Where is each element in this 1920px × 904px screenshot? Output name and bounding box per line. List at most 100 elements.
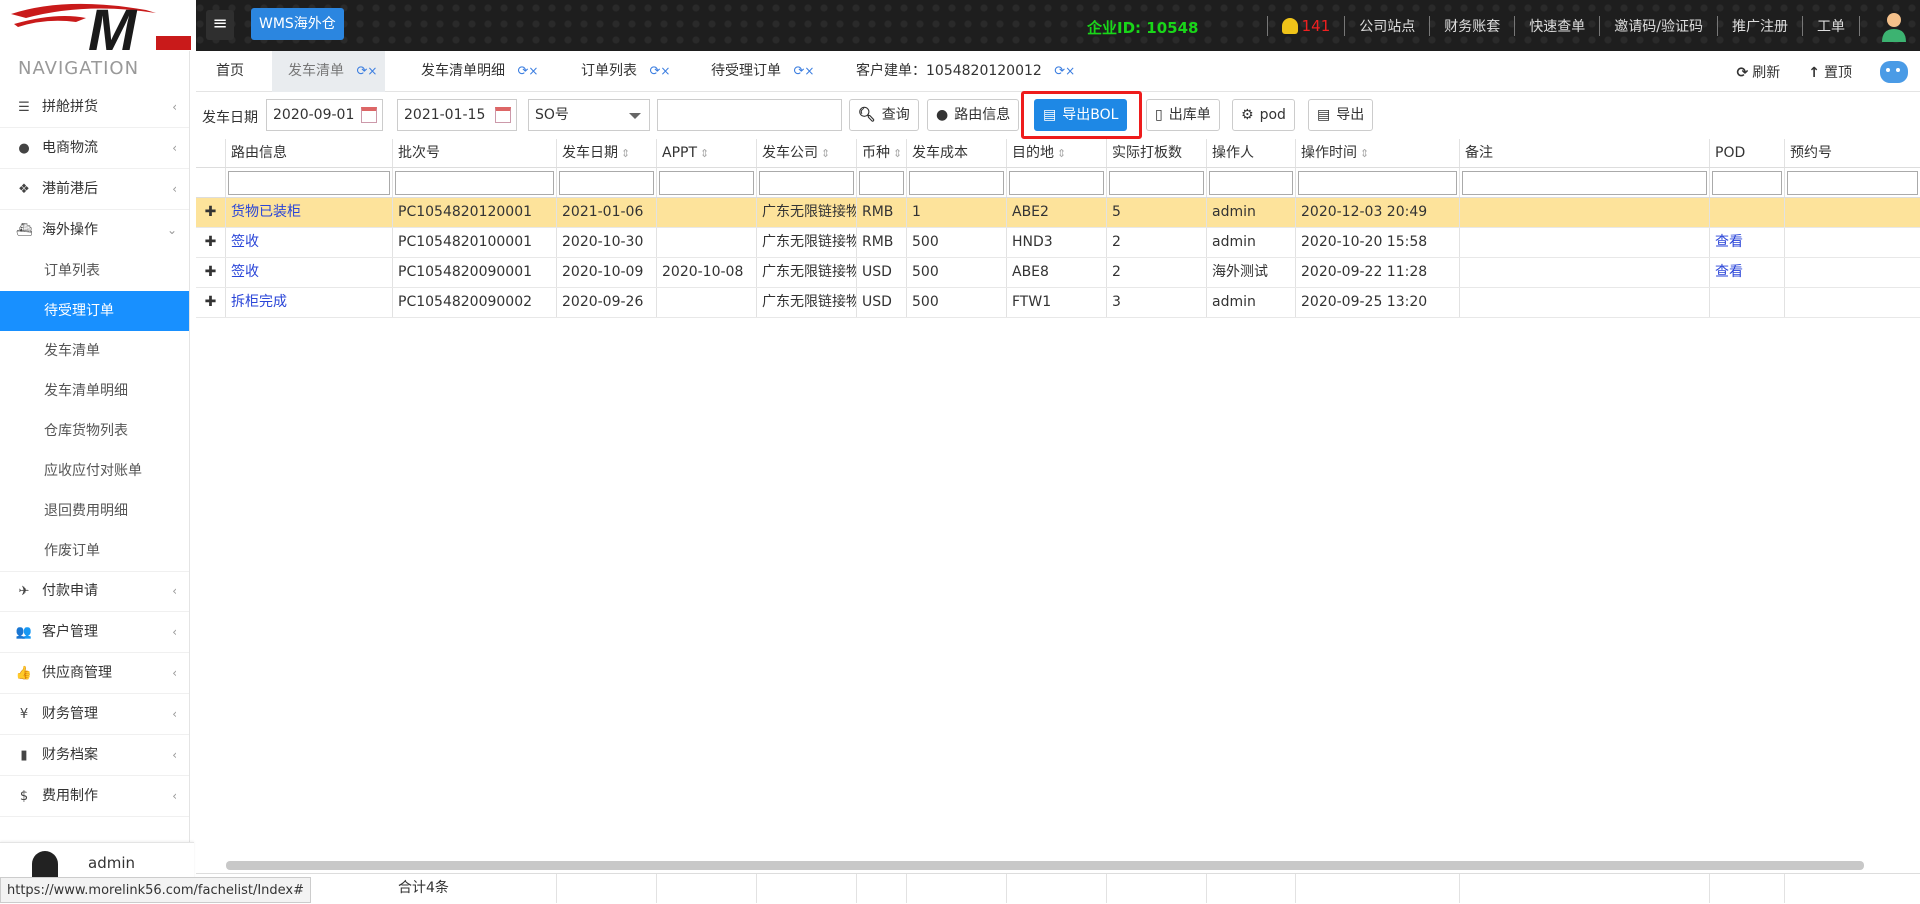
filter-input[interactable]: [1462, 171, 1707, 195]
sidebar-subitem-warehouse-goods[interactable]: 仓库货物列表: [0, 411, 189, 451]
user-avatar-icon[interactable]: [1878, 10, 1910, 42]
filter-input[interactable]: [559, 171, 654, 195]
sidebar-item-payment-request[interactable]: ✈ 付款申请 ‹: [0, 571, 189, 612]
column-header[interactable]: POD: [1710, 139, 1785, 167]
route-info-button[interactable]: ● 路由信息: [927, 99, 1020, 131]
sidebar-subitem-pending-orders[interactable]: 待受理订单: [0, 291, 189, 331]
table-row[interactable]: ✚ 货物已装柜 PC1054820120001 2021-01-06 广东无限链…: [196, 198, 1920, 228]
chatbot-icon[interactable]: [1880, 60, 1908, 83]
close-icon[interactable]: ×: [1065, 64, 1075, 78]
sidebar-subitem-order-list[interactable]: 订单列表: [0, 251, 189, 291]
sidebar-subitem-reconciliation[interactable]: 应收应付对账单: [0, 451, 189, 491]
outbound-button[interactable]: ▯ 出库单: [1146, 99, 1220, 131]
filter-input[interactable]: [1109, 171, 1204, 195]
calendar-icon[interactable]: [495, 107, 511, 123]
sidebar-item-finance[interactable]: ¥ 财务管理 ‹: [0, 694, 189, 735]
date-to-input[interactable]: 2021-01-15: [397, 99, 517, 131]
table-row[interactable]: ✚ 签收 PC1054820090001 2020-10-09 2020-10-…: [196, 258, 1920, 288]
sidebar-subitem-dispatch-list[interactable]: 发车清单: [0, 331, 189, 371]
tab-pending-orders[interactable]: 待受理订单 ⟳×: [711, 51, 814, 92]
invite-code-link[interactable]: 邀请码/验证码: [1614, 16, 1703, 36]
table-row[interactable]: ✚ 拆柜完成 PC1054820090002 2020-09-26 广东无限链接…: [196, 288, 1920, 318]
pod-view-link[interactable]: 查看: [1715, 264, 1743, 280]
filter-input[interactable]: [228, 171, 390, 195]
reload-icon[interactable]: ⟳: [1054, 64, 1065, 79]
reload-icon[interactable]: ⟳: [793, 64, 804, 79]
sidebar-item-fees[interactable]: $ 费用制作 ‹: [0, 776, 189, 817]
column-header[interactable]: 操作时间 ⇕: [1296, 139, 1460, 167]
column-header[interactable]: 路由信息: [226, 139, 393, 167]
route-status-link[interactable]: 签收: [231, 264, 259, 280]
sidebar-item-finance-archive[interactable]: ▮ 财务档案 ‹: [0, 735, 189, 776]
column-header[interactable]: 发车日期 ⇕: [557, 139, 657, 167]
sidebar-item-consolidation[interactable]: ☰ 拼舱拼货 ‹: [0, 87, 189, 128]
column-header[interactable]: 备注: [1460, 139, 1710, 167]
sidebar-subitem-void-orders[interactable]: 作废订单: [0, 531, 189, 571]
expand-row-icon[interactable]: ✚: [196, 258, 226, 287]
company-site-link[interactable]: 公司站点: [1359, 16, 1415, 36]
sidebar-item-overseas[interactable]: ⛴ 海外操作 ⌄: [0, 210, 189, 251]
pin-top-button[interactable]: ↑ 置顶: [1808, 62, 1852, 82]
sidebar-item-customers[interactable]: 👥 客户管理 ‹: [0, 612, 189, 653]
refresh-button[interactable]: ⟳ 刷新: [1737, 62, 1781, 82]
filter-input[interactable]: [659, 171, 754, 195]
tab-dispatch-detail[interactable]: 发车清单明细 ⟳×: [421, 51, 538, 92]
filter-input[interactable]: [395, 171, 554, 195]
wms-overseas-button[interactable]: WMS海外仓: [251, 8, 344, 40]
sidebar-item-port[interactable]: ❖ 港前港后 ‹: [0, 169, 189, 210]
expand-row-icon[interactable]: ✚: [196, 228, 226, 257]
filter-input[interactable]: [1712, 171, 1782, 195]
close-icon[interactable]: ×: [367, 64, 377, 78]
quick-lookup-link[interactable]: 快速查单: [1529, 16, 1585, 36]
filter-input[interactable]: [909, 171, 1004, 195]
filter-input[interactable]: [859, 171, 904, 195]
expand-row-icon[interactable]: ✚: [196, 288, 226, 317]
sidebar-item-ecommerce[interactable]: ● 电商物流 ‹: [0, 128, 189, 169]
pod-button[interactable]: ⚙ pod: [1232, 99, 1295, 131]
horizontal-scrollbar[interactable]: [226, 861, 1864, 870]
tab-order-list[interactable]: 订单列表 ⟳×: [581, 51, 670, 92]
ticket-link[interactable]: 工单: [1817, 16, 1845, 36]
company-logo[interactable]: M: [0, 0, 196, 51]
column-header[interactable]: 币种 ⇕: [857, 139, 907, 167]
close-icon[interactable]: ×: [528, 64, 538, 78]
sidebar-subitem-dispatch-detail[interactable]: 发车清单明细: [0, 371, 189, 411]
close-icon[interactable]: ×: [660, 64, 670, 78]
reload-icon[interactable]: ⟳: [517, 64, 528, 79]
search-input[interactable]: [657, 99, 842, 131]
filter-input[interactable]: [1009, 171, 1104, 195]
column-header[interactable]: 实际打板数: [1107, 139, 1207, 167]
column-header[interactable]: APPT ⇕: [657, 139, 757, 167]
table-row[interactable]: ✚ 签收 PC1054820100001 2020-10-30 广东无限链接物流…: [196, 228, 1920, 258]
pod-view-link[interactable]: 查看: [1715, 234, 1743, 250]
reload-icon[interactable]: ⟳: [649, 64, 660, 79]
notification-bell[interactable]: 141: [1281, 17, 1330, 35]
promo-register-link[interactable]: 推广注册: [1732, 16, 1788, 36]
export-button[interactable]: ▤ 导出: [1308, 99, 1374, 131]
column-header[interactable]: 批次号: [393, 139, 557, 167]
column-header[interactable]: 操作人: [1207, 139, 1296, 167]
expand-row-icon[interactable]: ✚: [196, 198, 226, 227]
sidebar-item-suppliers[interactable]: 👍 供应商管理 ‹: [0, 653, 189, 694]
finance-account-link[interactable]: 财务账套: [1444, 16, 1500, 36]
search-field-select[interactable]: SO号: [528, 99, 650, 131]
date-from-input[interactable]: 2020-09-01: [266, 99, 383, 131]
filter-input[interactable]: [759, 171, 854, 195]
query-button[interactable]: 🔍︎ 查询: [849, 99, 919, 131]
filter-input[interactable]: [1298, 171, 1457, 195]
route-status-link[interactable]: 拆柜完成: [231, 294, 287, 310]
tab-dispatch-list[interactable]: 发车清单 ⟳×: [272, 51, 386, 92]
route-status-link[interactable]: 货物已装柜: [231, 204, 301, 220]
tab-home[interactable]: 首页: [216, 51, 244, 92]
reload-icon[interactable]: ⟳: [356, 64, 367, 79]
sidebar-subitem-return-fees[interactable]: 退回费用明细: [0, 491, 189, 531]
column-header[interactable]: 发车公司 ⇕: [757, 139, 857, 167]
menu-toggle-icon[interactable]: ≡: [206, 10, 234, 40]
close-icon[interactable]: ×: [804, 64, 814, 78]
column-header[interactable]: 目的地 ⇕: [1007, 139, 1107, 167]
column-header[interactable]: 发车成本: [907, 139, 1007, 167]
filter-input[interactable]: [1209, 171, 1293, 195]
tab-customer-order[interactable]: 客户建单：1054820120012 ⟳×: [856, 51, 1075, 92]
calendar-icon[interactable]: [361, 107, 377, 123]
filter-input[interactable]: [1787, 171, 1918, 195]
